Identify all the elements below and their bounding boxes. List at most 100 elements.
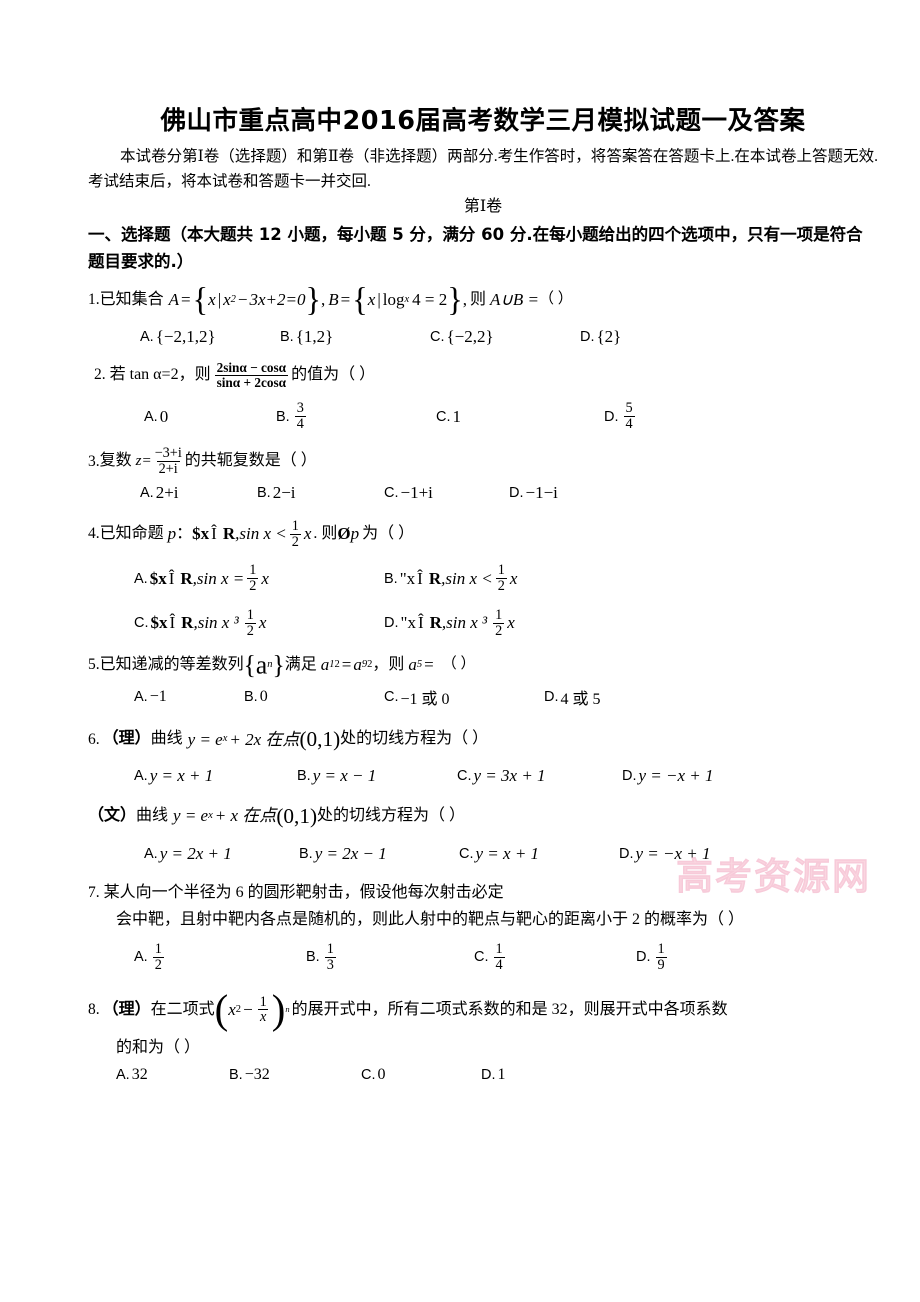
set-b-log-rest: 4 = 2 (412, 290, 448, 310)
set-a-label: A (168, 290, 180, 310)
option-6li-C-value: y = 3x + 1 (473, 765, 546, 785)
q2-frac-numerator: 2sinα − cosα (216, 359, 287, 375)
option-5-C-value: −1 或 0 (400, 691, 450, 709)
question-2-number: 2. (94, 366, 106, 384)
q8-variant: （理） (102, 1000, 151, 1018)
option-4-D-den: 2 (493, 622, 505, 639)
option-4-B[interactable]: B. "x Î R ,sin x < 1 2 x (384, 563, 517, 594)
q4-prop-p: p (167, 524, 177, 544)
q5-a1: a (320, 655, 330, 675)
option-4-A[interactable]: A. $x Î R ,sin x = 1 2 x (134, 563, 384, 594)
option-6wen-A-value: y = 2x + 1 (159, 844, 232, 864)
option-4-D-isin: Î (417, 613, 424, 633)
question-8-options: A. 32 B. −32 C. 0 D. 1 (88, 1066, 878, 1084)
option-7-C-den: 4 (493, 956, 505, 973)
option-6li-C[interactable]: C. y = 3x + 1 (457, 766, 622, 786)
question-6-options-li: A. y = x + 1 B. y = x − 1 C. y = 3x + 1 … (88, 766, 878, 786)
option-7-A[interactable]: A. 1 2 (134, 942, 306, 973)
option-4-C-num: 1 (246, 607, 254, 624)
question-1-then: 则 (470, 290, 487, 308)
q4-exists-symbol: $x (192, 524, 210, 544)
option-8-C-label: C. (361, 1066, 376, 1083)
option-2-A-value: 0 (159, 406, 169, 426)
q5-a1-sq: 2 (334, 658, 340, 670)
option-3-A-label: A. (140, 484, 154, 501)
option-4-B-den: 2 (495, 578, 507, 595)
question-2-text: 若 tan α=2，则 (109, 365, 211, 383)
question-2-fraction: 2sinα − cosα sinα + 2cosα (214, 359, 289, 390)
set-b-log-base: x (404, 293, 410, 305)
option-1-C[interactable]: C. {−2,2} (430, 327, 580, 347)
option-5-A-label: A. (134, 689, 148, 706)
option-5-C[interactable]: C. −1 或 0 (384, 685, 544, 709)
option-2-C[interactable]: C. 1 (436, 407, 604, 427)
option-1-C-label: C. (430, 328, 445, 345)
option-3-C[interactable]: C. −1+i (384, 483, 509, 503)
option-6wen-A[interactable]: A. y = 2x + 1 (144, 844, 299, 864)
option-7-B-den: 3 (324, 956, 336, 973)
question-1-union: A∪B = (490, 290, 539, 310)
q4-set-r: R (222, 524, 236, 544)
option-6li-B[interactable]: B. y = x − 1 (297, 766, 457, 786)
q8-minus: − (243, 1000, 253, 1020)
option-6li-A[interactable]: A. y = x + 1 (134, 766, 297, 786)
exam-page: 高考资源网 佛山市重点高中2016届高考数学三月模拟试题一及答案 本试卷分第Ⅰ卷… (0, 0, 920, 1302)
option-4-D-xvar: x (507, 613, 515, 633)
option-6li-D-label: D. (622, 767, 637, 784)
option-3-A[interactable]: A. 2+i (140, 483, 257, 503)
option-6li-D[interactable]: D. y = −x + 1 (622, 766, 714, 786)
option-4-C[interactable]: C. $x Î R ,sin x ³ 1 2 x (134, 608, 384, 639)
page-title: 佛山市重点高中2016届高考数学三月模拟试题一及答案 (160, 106, 806, 136)
option-3-B[interactable]: B. 2−i (257, 483, 384, 503)
q8-paren-open: ( (214, 986, 229, 1032)
option-7-B[interactable]: B. 1 3 (306, 942, 474, 973)
q6-variant-wen: （文） (88, 806, 137, 824)
option-2-B[interactable]: B. 3 4 (276, 401, 436, 432)
option-8-C[interactable]: C. 0 (361, 1066, 481, 1084)
q6-stem-li-text: 曲线 (150, 730, 183, 748)
option-4-B-quantifier: "x (399, 568, 416, 588)
option-7-D[interactable]: D. 1 9 (636, 942, 670, 973)
option-7-B-fraction: 1 3 (324, 942, 336, 973)
q4-then: . 则 (313, 524, 338, 542)
option-6wen-C[interactable]: C. y = x + 1 (459, 844, 619, 864)
option-5-D[interactable]: D. 4 或 5 (544, 685, 601, 709)
option-2-A[interactable]: A. 0 (144, 407, 276, 427)
question-7: 7. 某人向一个半径为 6 的圆形靶射击，假设他每次射击必定 会中靶，且射中靶内… (88, 884, 878, 972)
option-6wen-B[interactable]: B. y = 2x − 1 (299, 844, 459, 864)
option-5-B-value: 0 (259, 688, 268, 706)
option-4-D[interactable]: D. "x Î R ,sin x ³ 1 2 x (384, 608, 515, 639)
q5-seq-close: } (272, 649, 285, 680)
option-1-D[interactable]: D. {2} (580, 327, 621, 347)
option-7-C-fraction: 1 4 (493, 942, 505, 973)
option-4-D-setr: R (429, 613, 442, 633)
exam-instructions: 本试卷分第Ⅰ卷（选择题）和第Ⅱ卷（非选择题）两部分.考生作答时，将答案答在答题卡… (88, 148, 878, 190)
q4-fraction: 1 2 (289, 518, 301, 550)
option-1-A[interactable]: A. {−2,1,2} (140, 327, 280, 347)
option-5-A[interactable]: A. −1 (134, 688, 244, 706)
question-7-number: 7. (88, 884, 100, 902)
option-5-B[interactable]: B. 0 (244, 688, 384, 706)
option-6li-A-label: A. (134, 767, 148, 784)
option-8-D-label: D. (481, 1066, 496, 1083)
set-b-var: x (367, 290, 376, 310)
option-7-A-fraction: 1 2 (152, 940, 164, 973)
option-2-C-label: C. (436, 408, 451, 425)
q6-point-li: (0,1) (299, 727, 341, 752)
option-7-A-num: 1 (154, 940, 162, 957)
q4-isin-symbol: Î (211, 524, 217, 544)
option-2-D[interactable]: D. 5 4 (604, 401, 638, 432)
question-5-options: A. −1 B. 0 C. −1 或 0 D. 4 或 5 (88, 685, 878, 709)
option-3-D[interactable]: D. −1−i (509, 483, 558, 503)
question-2: 2. 若 tan α=2，则 2sinα − cosα sinα + 2cosα… (88, 361, 878, 432)
option-4-A-xvar: x (261, 568, 269, 588)
option-4-B-fraction: 1 2 (495, 563, 507, 595)
option-1-B[interactable]: B. {1,2} (280, 327, 430, 347)
option-6wen-D[interactable]: D. y = −x + 1 (619, 844, 711, 864)
option-7-C[interactable]: C. 1 4 (474, 942, 636, 973)
question-6-stem-wen: （文） 曲线 y = ex + x 在点 (0,1) 处的切线方程为（ ） (88, 804, 878, 828)
option-8-A[interactable]: A. 32 (116, 1066, 229, 1084)
option-8-B[interactable]: B. −32 (229, 1066, 361, 1084)
q4-negation-symbol: Ø (337, 524, 351, 544)
option-8-D[interactable]: D. 1 (481, 1066, 506, 1084)
